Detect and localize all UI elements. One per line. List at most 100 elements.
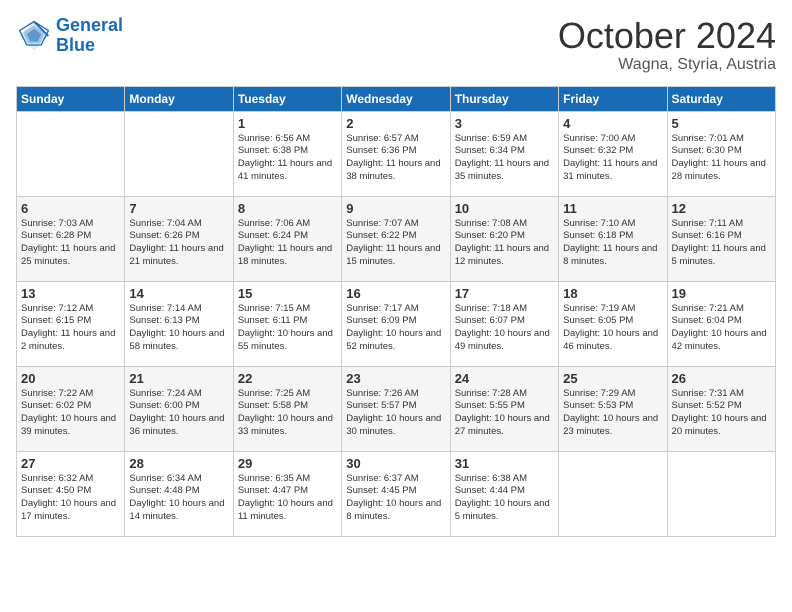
calendar-cell: 22 Sunrise: 7:25 AM Sunset: 5:58 PM Dayli… xyxy=(233,366,341,451)
month-title: October 2024 xyxy=(558,16,776,56)
day-number: 24 xyxy=(455,371,554,386)
calendar-header-row: SundayMondayTuesdayWednesdayThursdayFrid… xyxy=(17,86,776,111)
day-number: 12 xyxy=(672,201,771,216)
calendar-week-5: 27 Sunrise: 6:32 AM Sunset: 4:50 PM Dayli… xyxy=(17,451,776,536)
day-number: 25 xyxy=(563,371,662,386)
calendar-cell: 11 Sunrise: 7:10 AM Sunset: 6:18 PM Dayli… xyxy=(559,196,667,281)
calendar-header-monday: Monday xyxy=(125,86,233,111)
calendar-cell: 9Sunrise: 7:07 AM Sunset: 6:22 PM Daylig… xyxy=(342,196,450,281)
day-info: Sunrise: 6:59 AM Sunset: 6:34 PM Dayligh… xyxy=(455,133,554,184)
calendar-cell: 3 Sunrise: 6:59 AM Sunset: 6:34 PM Daylig… xyxy=(450,111,558,196)
day-number: 27 xyxy=(21,456,120,471)
calendar-cell: 12 Sunrise: 7:11 AM Sunset: 6:16 PM Dayli… xyxy=(667,196,775,281)
day-info: Sunrise: 7:29 AM Sunset: 5:53 PM Dayligh… xyxy=(563,388,662,439)
day-info: Sunrise: 6:35 AM Sunset: 4:47 PM Dayligh… xyxy=(238,473,337,524)
calendar-cell: 8Sunrise: 7:06 AM Sunset: 6:24 PM Daylig… xyxy=(233,196,341,281)
day-number: 30 xyxy=(346,456,445,471)
calendar-cell xyxy=(125,111,233,196)
calendar-header-wednesday: Wednesday xyxy=(342,86,450,111)
calendar-cell: 27 Sunrise: 6:32 AM Sunset: 4:50 PM Dayli… xyxy=(17,451,125,536)
calendar-week-1: 1 Sunrise: 6:56 AM Sunset: 6:38 PM Daylig… xyxy=(17,111,776,196)
day-number: 6 xyxy=(21,201,120,216)
day-info: Sunrise: 7:18 AM Sunset: 6:07 PM Dayligh… xyxy=(455,303,554,354)
calendar-header-friday: Friday xyxy=(559,86,667,111)
calendar-header-sunday: Sunday xyxy=(17,86,125,111)
day-number: 19 xyxy=(672,286,771,301)
calendar-cell: 29 Sunrise: 6:35 AM Sunset: 4:47 PM Dayli… xyxy=(233,451,341,536)
location-title: Wagna, Styria, Austria xyxy=(558,56,776,74)
day-number: 2 xyxy=(346,116,445,131)
day-info: Sunrise: 6:32 AM Sunset: 4:50 PM Dayligh… xyxy=(21,473,120,524)
day-info: Sunrise: 7:04 AM Sunset: 6:26 PM Dayligh… xyxy=(129,218,228,269)
day-info: Sunrise: 7:15 AM Sunset: 6:11 PM Dayligh… xyxy=(238,303,337,354)
day-number: 13 xyxy=(21,286,120,301)
day-number: 23 xyxy=(346,371,445,386)
calendar-cell: 23 Sunrise: 7:26 AM Sunset: 5:57 PM Dayli… xyxy=(342,366,450,451)
calendar-table: SundayMondayTuesdayWednesdayThursdayFrid… xyxy=(16,86,776,537)
day-number: 29 xyxy=(238,456,337,471)
day-info: Sunrise: 7:12 AM Sunset: 6:15 PM Dayligh… xyxy=(21,303,120,354)
day-number: 16 xyxy=(346,286,445,301)
day-info: Sunrise: 7:06 AM Sunset: 6:24 PM Dayligh… xyxy=(238,218,337,269)
day-info: Sunrise: 7:17 AM Sunset: 6:09 PM Dayligh… xyxy=(346,303,445,354)
calendar-cell: 18Sunrise: 7:19 AM Sunset: 6:05 PM Dayli… xyxy=(559,281,667,366)
calendar-cell: 7Sunrise: 7:04 AM Sunset: 6:26 PM Daylig… xyxy=(125,196,233,281)
logo-general: General xyxy=(56,15,123,35)
day-number: 1 xyxy=(238,116,337,131)
day-number: 17 xyxy=(455,286,554,301)
day-info: Sunrise: 7:01 AM Sunset: 6:30 PM Dayligh… xyxy=(672,133,771,184)
day-info: Sunrise: 6:56 AM Sunset: 6:38 PM Dayligh… xyxy=(238,133,337,184)
day-number: 20 xyxy=(21,371,120,386)
day-info: Sunrise: 7:26 AM Sunset: 5:57 PM Dayligh… xyxy=(346,388,445,439)
calendar-cell: 17 Sunrise: 7:18 AM Sunset: 6:07 PM Dayli… xyxy=(450,281,558,366)
day-info: Sunrise: 7:08 AM Sunset: 6:20 PM Dayligh… xyxy=(455,218,554,269)
day-number: 3 xyxy=(455,116,554,131)
logo: General Blue xyxy=(16,16,123,56)
calendar-cell: 31Sunrise: 6:38 AM Sunset: 4:44 PM Dayli… xyxy=(450,451,558,536)
calendar-cell: 26Sunrise: 7:31 AM Sunset: 5:52 PM Dayli… xyxy=(667,366,775,451)
logo-blue: Blue xyxy=(56,36,123,56)
calendar-cell: 20 Sunrise: 7:22 AM Sunset: 6:02 PM Dayli… xyxy=(17,366,125,451)
day-number: 31 xyxy=(455,456,554,471)
calendar-week-3: 13 Sunrise: 7:12 AM Sunset: 6:15 PM Dayli… xyxy=(17,281,776,366)
day-info: Sunrise: 7:11 AM Sunset: 6:16 PM Dayligh… xyxy=(672,218,771,269)
day-info: Sunrise: 7:28 AM Sunset: 5:55 PM Dayligh… xyxy=(455,388,554,439)
day-info: Sunrise: 7:07 AM Sunset: 6:22 PM Dayligh… xyxy=(346,218,445,269)
calendar-cell: 4 Sunrise: 7:00 AM Sunset: 6:32 PM Daylig… xyxy=(559,111,667,196)
day-info: Sunrise: 7:21 AM Sunset: 6:04 PM Dayligh… xyxy=(672,303,771,354)
calendar-cell: 10 Sunrise: 7:08 AM Sunset: 6:20 PM Dayli… xyxy=(450,196,558,281)
calendar-header-tuesday: Tuesday xyxy=(233,86,341,111)
day-info: Sunrise: 7:25 AM Sunset: 5:58 PM Dayligh… xyxy=(238,388,337,439)
day-info: Sunrise: 6:34 AM Sunset: 4:48 PM Dayligh… xyxy=(129,473,228,524)
day-info: Sunrise: 7:24 AM Sunset: 6:00 PM Dayligh… xyxy=(129,388,228,439)
calendar-cell: 13 Sunrise: 7:12 AM Sunset: 6:15 PM Dayli… xyxy=(17,281,125,366)
day-info: Sunrise: 7:19 AM Sunset: 6:05 PM Dayligh… xyxy=(563,303,662,354)
day-number: 10 xyxy=(455,201,554,216)
logo-text: General Blue xyxy=(56,16,123,56)
calendar-week-2: 6Sunrise: 7:03 AM Sunset: 6:28 PM Daylig… xyxy=(17,196,776,281)
day-number: 11 xyxy=(563,201,662,216)
calendar-cell xyxy=(667,451,775,536)
calendar-cell: 5Sunrise: 7:01 AM Sunset: 6:30 PM Daylig… xyxy=(667,111,775,196)
calendar-cell: 14 Sunrise: 7:14 AM Sunset: 6:13 PM Dayli… xyxy=(125,281,233,366)
calendar-cell: 19 Sunrise: 7:21 AM Sunset: 6:04 PM Dayli… xyxy=(667,281,775,366)
page-header: General Blue October 2024 Wagna, Styria,… xyxy=(16,16,776,74)
day-info: Sunrise: 7:10 AM Sunset: 6:18 PM Dayligh… xyxy=(563,218,662,269)
day-info: Sunrise: 7:14 AM Sunset: 6:13 PM Dayligh… xyxy=(129,303,228,354)
calendar-cell xyxy=(17,111,125,196)
day-number: 22 xyxy=(238,371,337,386)
day-info: Sunrise: 7:00 AM Sunset: 6:32 PM Dayligh… xyxy=(563,133,662,184)
calendar-cell: 21 Sunrise: 7:24 AM Sunset: 6:00 PM Dayli… xyxy=(125,366,233,451)
day-info: Sunrise: 6:37 AM Sunset: 4:45 PM Dayligh… xyxy=(346,473,445,524)
day-number: 21 xyxy=(129,371,228,386)
calendar-cell: 6Sunrise: 7:03 AM Sunset: 6:28 PM Daylig… xyxy=(17,196,125,281)
calendar-cell: 2 Sunrise: 6:57 AM Sunset: 6:36 PM Daylig… xyxy=(342,111,450,196)
day-info: Sunrise: 7:22 AM Sunset: 6:02 PM Dayligh… xyxy=(21,388,120,439)
day-number: 15 xyxy=(238,286,337,301)
day-number: 4 xyxy=(563,116,662,131)
day-info: Sunrise: 6:57 AM Sunset: 6:36 PM Dayligh… xyxy=(346,133,445,184)
day-number: 14 xyxy=(129,286,228,301)
calendar-cell: 24 Sunrise: 7:28 AM Sunset: 5:55 PM Dayli… xyxy=(450,366,558,451)
calendar-cell: 1 Sunrise: 6:56 AM Sunset: 6:38 PM Daylig… xyxy=(233,111,341,196)
calendar-header-thursday: Thursday xyxy=(450,86,558,111)
